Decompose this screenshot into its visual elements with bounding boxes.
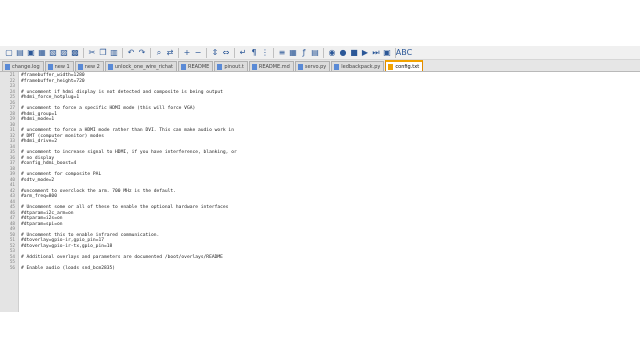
toolbar-separator: [178, 47, 179, 58]
tab-label: README.md: [258, 63, 290, 70]
toolbar-separator: [273, 47, 274, 58]
main-toolbar: ▢ ▤ ▣ ▦ ▧ ▨ ▩ ✂ ❐ ▥ ↶ ↷ ⌕ ⇄ + − ⇕ ⇔ ↵ ¶ ⋮ ≡ ▦ ƒ ▤ ◉ ● ■ ▶ ⏭ ▣ ABC: [0, 46, 640, 60]
sync-v-icon[interactable]: ⇕: [210, 48, 220, 58]
file-icon: [47, 63, 53, 70]
sync-h-icon[interactable]: ⇔: [221, 48, 231, 58]
plugin-icon[interactable]: ABC: [396, 48, 412, 58]
editor-pane[interactable]: 21 #framebuffer_width=1280 22 #framebuffer_…: [0, 72, 640, 312]
zoom-out-icon[interactable]: −: [193, 48, 203, 58]
replace-icon[interactable]: ⇄: [165, 48, 175, 58]
redo-icon[interactable]: ↷: [137, 48, 147, 58]
new-file-icon[interactable]: ▢: [4, 48, 14, 58]
toolbar-separator: [234, 47, 235, 58]
toolbar-separator: [83, 47, 84, 58]
toolbar-separator: [206, 47, 207, 58]
code-line[interactable]: 56 # Enable audio (loads snd_bcm2835): [0, 266, 640, 272]
copy-icon[interactable]: ❐: [98, 48, 108, 58]
all-chars-icon[interactable]: ¶: [249, 48, 259, 58]
tab-change-log[interactable]: change.log: [2, 61, 44, 71]
top-letterbox: [0, 0, 640, 46]
monitor-icon[interactable]: ◉: [327, 48, 337, 58]
file-icon: [217, 63, 223, 70]
tab-readme[interactable]: README: [177, 61, 214, 71]
paste-icon[interactable]: ▥: [109, 48, 119, 58]
toolbar-separator: [150, 47, 151, 58]
line-text: #dtparam=spi=on: [21, 221, 63, 227]
function-list-icon[interactable]: ƒ: [299, 48, 309, 58]
toolbar-separator: [122, 47, 123, 58]
undo-icon[interactable]: ↶: [126, 48, 136, 58]
file-icon: [334, 63, 340, 70]
toolbar-separator: [323, 47, 324, 58]
close-icon[interactable]: ▧: [48, 48, 58, 58]
tab-readme-md[interactable]: README.md: [248, 61, 294, 71]
close-all-icon[interactable]: ▨: [59, 48, 69, 58]
notepad-window: ▢ ▤ ▣ ▦ ▧ ▨ ▩ ✂ ❐ ▥ ↶ ↷ ⌕ ⇄ + − ⇕ ⇔ ↵ ¶ ⋮ ≡ ▦ ƒ ▤ ◉ ● ■ ▶ ⏭ ▣ ABC chang…: [0, 0, 640, 360]
tab-label: new 2: [84, 63, 100, 70]
save-icon[interactable]: ▣: [26, 48, 36, 58]
tab-pinout-t[interactable]: pinout.t: [214, 61, 248, 71]
cut-icon[interactable]: ✂: [87, 48, 97, 58]
tab-label: pinout.t: [224, 63, 244, 70]
run-macro-multi-icon[interactable]: ⏭: [371, 48, 381, 58]
line-text: #dtoverlay=gpio-ir-tx,gpio_pin=18: [21, 243, 113, 249]
line-text: #config_hdmi_boost=4: [21, 161, 77, 166]
document-tab-bar: change.log new 1 new 2 unlock_one_wire_rich…: [0, 60, 640, 72]
code-lines: 21 #framebuffer_width=1280 22 #framebuffer_…: [0, 73, 640, 271]
file-icon: [77, 63, 83, 70]
open-file-icon[interactable]: ▤: [15, 48, 25, 58]
indent-guide-icon[interactable]: ⋮: [260, 48, 270, 58]
find-icon[interactable]: ⌕: [154, 48, 164, 58]
folder-workspace-icon[interactable]: ▤: [310, 48, 320, 58]
line-text: #hdmi_force_hotplug=1: [21, 95, 80, 100]
file-icon: [388, 63, 394, 70]
tab-label: servo.py: [304, 63, 327, 70]
line-text: #sdtv_mode=2: [21, 177, 55, 183]
line-text: #hdmi_mode=1: [21, 117, 55, 122]
file-icon: [5, 63, 10, 70]
line-text: #hdmi_drive=2: [21, 139, 57, 144]
line-text: # Enable audio (loads snd_bcm2835): [21, 265, 116, 271]
tab-label: README: [187, 63, 210, 70]
tab-new-1[interactable]: new 1: [44, 61, 74, 71]
word-wrap-icon[interactable]: ↵: [238, 48, 248, 58]
bottom-letterbox: [0, 312, 640, 360]
play-macro-icon[interactable]: ▶: [360, 48, 370, 58]
tab-label: unlock_one_wire_richat: [114, 63, 173, 70]
tab-ledbackpack-py[interactable]: ledbackpack.py: [331, 61, 385, 71]
tab-label: ledbackpack.py: [341, 63, 381, 70]
line-text: #arm_freq=800: [21, 194, 57, 199]
tab-label: new 1: [54, 63, 70, 70]
record-macro-icon[interactable]: ●: [338, 48, 348, 58]
file-icon: [180, 63, 186, 70]
tab-label: config.txt: [395, 63, 420, 70]
save-macro-icon[interactable]: ▣: [382, 48, 392, 58]
zoom-in-icon[interactable]: +: [182, 48, 192, 58]
tab-config-txt[interactable]: config.txt: [385, 60, 424, 71]
tab-new-2[interactable]: new 2: [74, 61, 104, 71]
file-icon: [297, 63, 303, 70]
print-icon[interactable]: ▩: [70, 48, 80, 58]
lang-icon[interactable]: ≡: [277, 48, 287, 58]
line-text: # Additional overlays and parameters are…: [21, 254, 223, 260]
tab-unlock-one-wire-richat[interactable]: unlock_one_wire_richat: [104, 61, 177, 71]
save-all-icon[interactable]: ▦: [37, 48, 47, 58]
file-icon: [107, 63, 113, 70]
doc-map-icon[interactable]: ▦: [288, 48, 298, 58]
line-text: #framebuffer_height=720: [21, 78, 85, 84]
line-number: 56: [9, 265, 15, 271]
file-icon: [251, 63, 257, 70]
stop-macro-icon[interactable]: ■: [349, 48, 359, 58]
tab-label: change.log: [12, 63, 40, 70]
tab-servo-py[interactable]: servo.py: [294, 61, 331, 71]
